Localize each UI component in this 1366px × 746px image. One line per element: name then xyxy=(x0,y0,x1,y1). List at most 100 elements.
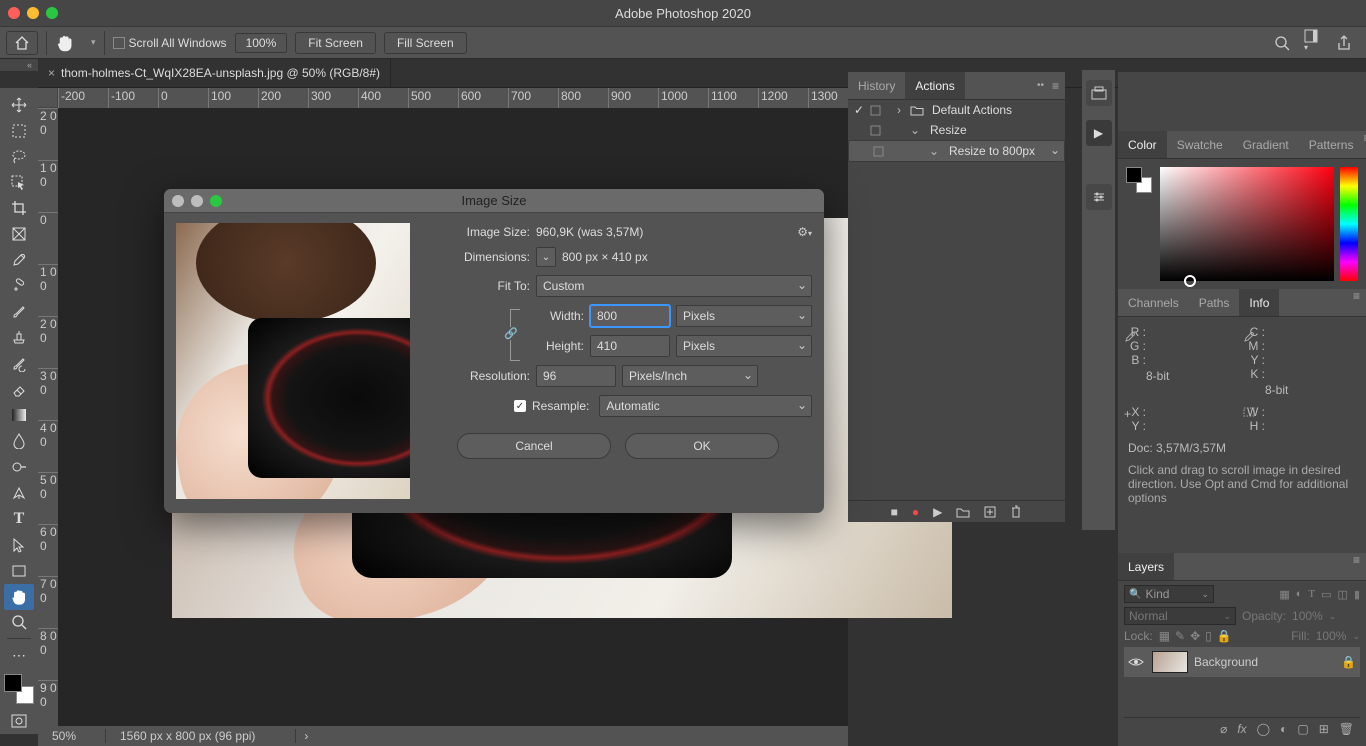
layer-mask-icon[interactable]: ◯ xyxy=(1257,722,1270,736)
dodge-tool[interactable] xyxy=(4,454,34,480)
document-tab[interactable]: × thom-holmes-Ct_WqIX28EA-unsplash.jpg @… xyxy=(38,59,391,87)
brush-tool[interactable] xyxy=(4,299,34,325)
cancel-button[interactable]: Cancel xyxy=(457,433,611,459)
resolution-unit-select[interactable]: Pixels/Inch xyxy=(622,365,758,387)
action-dialog-toggle[interactable] xyxy=(873,146,887,157)
tab-color[interactable]: Color xyxy=(1118,131,1167,158)
disclosure-icon[interactable]: › xyxy=(892,103,906,117)
tab-actions[interactable]: Actions xyxy=(905,72,964,99)
color-field[interactable] xyxy=(1160,167,1334,281)
status-dimensions[interactable]: 1560 px x 800 px (96 ppi) xyxy=(106,729,296,743)
dialog-titlebar[interactable]: Image Size xyxy=(164,189,824,213)
dropdown-caret-icon[interactable]: ▾ xyxy=(91,37,96,48)
frame-tool[interactable] xyxy=(4,221,34,247)
dialog-zoom-icon[interactable] xyxy=(210,195,222,207)
adjustment-layer-icon[interactable]: ◐ xyxy=(1280,722,1287,736)
new-set-icon[interactable] xyxy=(956,506,970,518)
status-menu-icon[interactable]: › xyxy=(296,729,316,743)
width-input[interactable] xyxy=(590,305,670,327)
zoom-percent[interactable]: 100% xyxy=(235,33,288,53)
resample-method-select[interactable]: Automatic xyxy=(599,395,812,417)
lock-all-icon[interactable]: 🔒 xyxy=(1217,629,1232,643)
stop-icon[interactable]: ■ xyxy=(891,505,898,519)
search-icon[interactable] xyxy=(1274,35,1290,51)
new-layer-icon[interactable]: ⊞ xyxy=(1319,722,1329,736)
home-button[interactable] xyxy=(6,31,38,55)
minimize-window-icon[interactable] xyxy=(27,7,39,19)
tab-gradients[interactable]: Gradient xyxy=(1233,131,1299,158)
path-selection-tool[interactable] xyxy=(4,532,34,558)
ok-button[interactable]: OK xyxy=(625,433,779,459)
panel-menu-icon[interactable]: ≡ xyxy=(1353,553,1366,580)
object-selection-tool[interactable] xyxy=(4,170,34,196)
disclosure-icon[interactable]: ⌄ xyxy=(908,123,922,137)
action-dialog-toggle[interactable] xyxy=(870,125,884,136)
visibility-toggle-icon[interactable] xyxy=(1128,656,1146,668)
height-input[interactable] xyxy=(590,335,670,357)
blur-tool[interactable] xyxy=(4,428,34,454)
resolution-input[interactable] xyxy=(536,365,616,387)
new-action-icon[interactable] xyxy=(984,506,996,518)
resample-checkbox[interactable]: ✓ xyxy=(514,400,526,412)
action-item[interactable]: ⌄Resize xyxy=(848,120,1065,140)
action-item[interactable]: ✓›Default Actions xyxy=(848,100,1065,120)
filter-toggle-icon[interactable]: ▮ xyxy=(1354,588,1360,601)
foreground-background-swatch[interactable] xyxy=(4,674,34,704)
hue-slider[interactable] xyxy=(1340,167,1358,281)
ruler-origin[interactable] xyxy=(38,88,58,108)
pen-tool[interactable] xyxy=(4,480,34,506)
height-unit-select[interactable]: Pixels xyxy=(676,335,812,357)
tab-history[interactable]: History xyxy=(848,72,905,99)
move-tool[interactable] xyxy=(4,92,34,118)
tab-paths[interactable]: Paths xyxy=(1189,289,1240,316)
layer-style-icon[interactable]: fx xyxy=(1237,722,1246,736)
scroll-all-windows-checkbox[interactable]: Scroll All Windows xyxy=(113,36,227,50)
tab-channels[interactable]: Channels xyxy=(1118,289,1189,316)
lasso-tool[interactable] xyxy=(4,144,34,170)
lock-brush-icon[interactable]: ✎ xyxy=(1175,629,1185,643)
layer-name[interactable]: Background xyxy=(1194,655,1258,669)
filter-smart-icon[interactable]: ◫ xyxy=(1338,588,1348,601)
image-size-preview[interactable] xyxy=(176,223,410,499)
record-icon[interactable]: ● xyxy=(912,505,919,519)
gradient-tool[interactable] xyxy=(4,403,34,429)
dock-properties-icon[interactable] xyxy=(1086,184,1112,210)
filter-type-icon[interactable]: T xyxy=(1308,588,1315,601)
action-dialog-toggle[interactable] xyxy=(870,105,884,116)
panel-collapse-icon[interactable]: •• xyxy=(1037,80,1044,91)
crop-tool[interactable] xyxy=(4,196,34,222)
foreground-color-swatch[interactable] xyxy=(4,674,22,692)
maximize-window-icon[interactable] xyxy=(46,7,58,19)
eraser-tool[interactable] xyxy=(4,377,34,403)
toolbar-collapse-toggle[interactable]: « xyxy=(0,59,38,71)
link-layers-icon[interactable]: ⌀ xyxy=(1220,722,1227,736)
status-zoom[interactable]: 50% xyxy=(38,729,106,743)
share-icon[interactable] xyxy=(1336,35,1352,51)
lock-position-icon[interactable]: ✥ xyxy=(1190,629,1200,643)
gear-icon[interactable]: ⚙▾ xyxy=(797,225,812,239)
tab-layers[interactable]: Layers xyxy=(1118,553,1174,580)
panel-menu-icon[interactable]: ≡ xyxy=(1353,289,1366,316)
edit-toolbar-icon[interactable]: ⋯ xyxy=(4,642,34,668)
lock-pixels-icon[interactable]: ▦ xyxy=(1159,629,1170,643)
filter-adjustment-icon[interactable]: ◐ xyxy=(1296,588,1303,601)
tab-info[interactable]: Info xyxy=(1239,289,1279,316)
marquee-tool[interactable] xyxy=(4,118,34,144)
delete-layer-icon[interactable]: 🗑 xyxy=(1339,722,1354,736)
panel-menu-icon[interactable]: ≡ xyxy=(1052,79,1059,93)
zoom-tool[interactable] xyxy=(4,610,34,636)
lock-artboard-icon[interactable]: ▯ xyxy=(1205,629,1212,643)
fill-screen-button[interactable]: Fill Screen xyxy=(384,32,467,54)
dock-play-icon[interactable]: ▶ xyxy=(1086,120,1112,146)
history-brush-tool[interactable] xyxy=(4,351,34,377)
quick-mask-toggle[interactable] xyxy=(4,708,34,734)
fill-value[interactable]: 100% xyxy=(1316,629,1347,643)
healing-brush-tool[interactable] xyxy=(4,273,34,299)
group-icon[interactable]: ▢ xyxy=(1297,722,1308,736)
play-icon[interactable]: ▶ xyxy=(933,505,942,519)
layer-row[interactable]: Background 🔒 xyxy=(1124,647,1360,677)
disclosure-icon[interactable]: ⌄ xyxy=(927,144,941,158)
dock-panel-icon[interactable] xyxy=(1086,80,1112,106)
clone-stamp-tool[interactable] xyxy=(4,325,34,351)
rectangle-tool[interactable] xyxy=(4,558,34,584)
